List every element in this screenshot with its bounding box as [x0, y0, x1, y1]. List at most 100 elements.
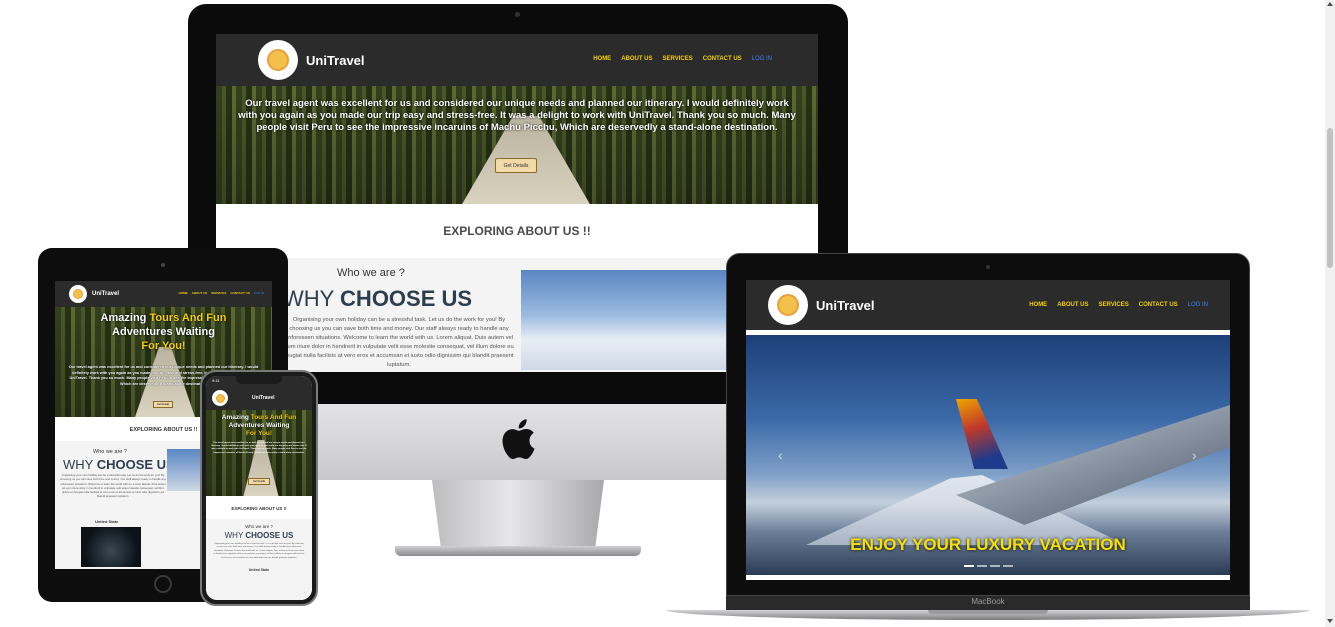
- logo-emblem: [73, 289, 83, 299]
- hero-title-highlight1: Tours And Fun: [250, 414, 297, 421]
- imac-foot: [395, 546, 641, 556]
- state-heading: United State: [248, 568, 270, 573]
- device-mockup-stage: UniTravel HOME ABOUT US SERVICES CONTACT…: [0, 0, 1335, 627]
- iphone-screen: 9:41 UniTravel Amazing Tours And Fun Adv…: [206, 376, 312, 600]
- hero-title-part1: Amazing: [221, 414, 251, 421]
- macbook-notch: [928, 610, 1048, 614]
- carousel-prev-icon[interactable]: ‹: [778, 447, 783, 463]
- logo-icon[interactable]: [69, 285, 87, 303]
- site-header: UniTravel HOME ABOUT US SERVICES CONTACT…: [55, 281, 272, 307]
- macbook-label: MacBook: [971, 597, 1005, 606]
- nav-contact-us[interactable]: CONTACT US: [1139, 302, 1178, 308]
- nav-services[interactable]: SERVICES: [211, 291, 226, 295]
- who-we-are-heading: Who we are ?: [337, 267, 405, 279]
- hero-title: Amazing Tours And Fun Adventures Waiting…: [206, 414, 312, 438]
- nav-about-us[interactable]: ABOUT US: [621, 56, 652, 62]
- nav-about-us[interactable]: ABOUT US: [1057, 302, 1088, 308]
- scrollbar-thumb[interactable]: [1327, 128, 1333, 268]
- why-bold-text: CHOOSE US: [96, 457, 175, 472]
- main-nav: HOME ABOUT US SERVICES CONTACT US LOG IN: [179, 291, 264, 295]
- airplane-tail-image: [956, 399, 1008, 469]
- who-we-are-heading: Who we are ?: [245, 524, 273, 529]
- site-header: UniTravel HOME ABOUT US SERVICES CONTACT…: [746, 280, 1230, 330]
- carousel-indicator[interactable]: [990, 565, 1000, 567]
- carousel-indicator[interactable]: [964, 565, 974, 567]
- airplane-sky-image: [521, 270, 728, 370]
- hero-title: Amazing Tours And Fun Adventures Waiting…: [55, 311, 272, 353]
- hero-text: Our travel agent was excellent for us an…: [238, 98, 796, 133]
- why-choose-us-heading: WHY CHOOSE US: [206, 531, 312, 540]
- ipad-camera: [161, 263, 165, 267]
- about-paragraph: Organising your own holiday can be a str…: [213, 543, 305, 559]
- nav-login[interactable]: LOG IN: [254, 291, 264, 295]
- iphone-notch: [236, 376, 282, 384]
- macbook-screen: UniTravel HOME ABOUT US SERVICES CONTACT…: [746, 280, 1230, 580]
- about-paragraph: Organising your own holiday can be a str…: [284, 317, 514, 368]
- why-choose-us-heading: WHY CHOOSE US: [283, 286, 472, 312]
- page-scrollbar[interactable]: [1325, 0, 1335, 627]
- nav-services[interactable]: SERVICES: [663, 56, 693, 62]
- get-details-button[interactable]: Get Details: [153, 401, 173, 408]
- why-light-text: WHY: [63, 457, 97, 472]
- nav-contact-us[interactable]: CONTACT US: [230, 291, 249, 295]
- apple-logo-icon: [502, 419, 535, 460]
- get-details-button[interactable]: Get Details: [248, 478, 270, 485]
- nav-login[interactable]: LOG IN: [752, 56, 772, 62]
- nav-home[interactable]: HOME: [593, 56, 611, 62]
- about-paragraph: Organising your own holiday can be a str…: [60, 473, 166, 499]
- carousel-indicator[interactable]: [1003, 565, 1013, 567]
- nav-home[interactable]: HOME: [179, 291, 188, 295]
- logo-icon[interactable]: [768, 285, 808, 325]
- hero-title-highlight2: For You!: [245, 430, 273, 437]
- why-bold-text: CHOOSE US: [245, 531, 294, 540]
- why-light-text: WHY: [224, 531, 246, 540]
- logo-icon[interactable]: [258, 40, 298, 80]
- site-header: UniTravel HOME ABOUT US SERVICES CONTACT…: [216, 34, 818, 86]
- scroll-up-icon[interactable]: [1327, 2, 1333, 6]
- hero-title-part2: Adventures Waiting: [112, 326, 215, 338]
- logo-emblem: [215, 393, 225, 403]
- carousel-next-icon[interactable]: ›: [1192, 447, 1197, 463]
- nav-contact-us[interactable]: CONTACT US: [703, 56, 742, 62]
- state-heading: United State: [95, 519, 119, 524]
- about-section: Who we are ? WHY CHOOSE US Organising yo…: [206, 519, 312, 600]
- hero-banner: Our travel agent was excellent for us an…: [216, 86, 818, 204]
- state-image: [81, 527, 141, 567]
- carousel-indicators: [964, 565, 1013, 567]
- nav-login[interactable]: LOG IN: [1188, 302, 1208, 308]
- who-we-are-heading: Who we are ?: [93, 449, 127, 455]
- hero-title-highlight2: For You!: [141, 340, 186, 352]
- imac-stand: [432, 480, 604, 546]
- exploring-title: EXPLORING ABOUT US !!: [231, 506, 287, 511]
- get-details-button[interactable]: Get Details: [495, 158, 537, 173]
- logo-icon[interactable]: [212, 390, 228, 406]
- ipad-home-button: [154, 575, 172, 593]
- hero-banner: Amazing Tours And Fun Adventures Waiting…: [206, 410, 312, 496]
- macbook-camera: [986, 265, 990, 269]
- nav-about-us[interactable]: ABOUT US: [192, 291, 208, 295]
- nav-home[interactable]: HOME: [1029, 302, 1047, 308]
- brand-name[interactable]: UniTravel: [92, 291, 119, 297]
- hero-text: Our travel agent was excellent for us an…: [211, 442, 307, 454]
- hero-title-part1: Amazing: [100, 312, 150, 324]
- brand-name[interactable]: UniTravel: [252, 395, 275, 401]
- about-section: Who we are ? WHY CHOOSE US Organising yo…: [283, 258, 728, 372]
- brand-name[interactable]: UniTravel: [306, 53, 365, 68]
- main-nav: HOME ABOUT US SERVICES CONTACT US LOG IN: [1029, 302, 1208, 308]
- carousel-caption: ENJOY YOUR LUXURY VACATION: [850, 535, 1126, 554]
- why-light-text: WHY: [283, 286, 341, 311]
- logo-emblem: [267, 49, 289, 71]
- why-bold-text: CHOOSE US: [340, 286, 473, 311]
- carousel-indicator[interactable]: [977, 565, 987, 567]
- imac-camera: [515, 12, 520, 17]
- main-nav: HOME ABOUT US SERVICES CONTACT US LOG IN: [593, 56, 772, 62]
- brand-name[interactable]: UniTravel: [816, 298, 875, 313]
- why-choose-us-heading: WHY CHOOSE US: [63, 457, 175, 472]
- hero-title-highlight1: Tours And Fun: [149, 312, 227, 324]
- hero-carousel: ‹ › ENJOY YOUR LUXURY VACATION: [746, 335, 1230, 575]
- scroll-down-icon[interactable]: [1327, 619, 1333, 623]
- nav-services[interactable]: SERVICES: [1099, 302, 1129, 308]
- logo-emblem: [777, 294, 799, 316]
- hero-title-part2: Adventures Waiting: [228, 422, 290, 429]
- site-header: UniTravel: [206, 386, 312, 410]
